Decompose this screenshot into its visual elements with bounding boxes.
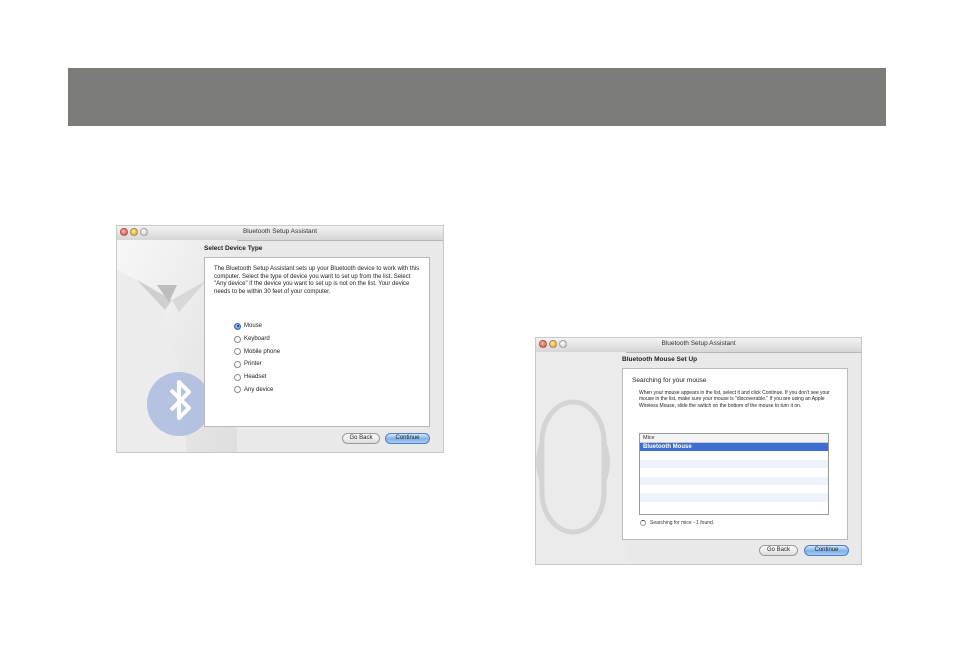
list-item-empty [640, 476, 828, 485]
option-label: Any device [244, 386, 274, 393]
list-item-empty [640, 493, 828, 502]
device-type-radio-group: Mouse Keyboard Mobile phone Printer Head… [234, 320, 280, 396]
bluetooth-icon [147, 372, 211, 436]
list-item-empty [640, 485, 828, 493]
page-heading: Select Device Type [204, 245, 263, 252]
option-label: Mobile phone [244, 348, 281, 355]
mice-list[interactable]: Mice Bluetooth Mouse [639, 433, 829, 515]
radio-icon[interactable] [234, 360, 241, 368]
header-band [68, 68, 886, 126]
radio-option-mouse[interactable]: Mouse [234, 320, 280, 333]
list-item-empty [640, 468, 828, 476]
radio-icon[interactable] [234, 348, 241, 356]
radio-option-printer[interactable]: Printer [234, 358, 280, 371]
option-label: Printer [244, 361, 262, 368]
page-heading: Bluetooth Mouse Set Up [622, 356, 698, 363]
radio-icon[interactable] [234, 373, 241, 381]
setup-window-device-type: Bluetooth Setup Assistant Select Device … [117, 226, 443, 452]
window-title: Bluetooth Setup Assistant [661, 340, 736, 347]
radio-option-headset[interactable]: Headset [234, 371, 280, 384]
searching-heading: Searching for your mouse [632, 377, 707, 384]
setup-window-mouse: Bluetooth Setup Assistant Bluetooth Mous… [536, 338, 861, 564]
radio-icon[interactable] [234, 335, 241, 343]
list-item[interactable]: Bluetooth Mouse [640, 443, 828, 452]
go-back-button[interactable]: Go Back [759, 545, 798, 556]
go-back-button[interactable]: Go Back [342, 433, 380, 444]
continue-button[interactable]: Continue [804, 545, 849, 556]
list-header: Mice [640, 434, 828, 443]
list-item-empty [640, 459, 828, 469]
title-bar[interactable]: Bluetooth Setup Assistant [536, 338, 861, 353]
instructions-text: The Bluetooth Setup Assistant sets up yo… [214, 266, 420, 295]
title-bar[interactable]: Bluetooth Setup Assistant [117, 226, 443, 241]
radio-option-keyboard[interactable]: Keyboard [234, 333, 280, 346]
option-label: Mouse [244, 323, 263, 330]
status-text: Searching for mice - 1 found. [650, 520, 715, 526]
radio-selected-icon[interactable] [234, 322, 241, 330]
option-label: Headset [244, 374, 267, 381]
radio-icon[interactable] [234, 386, 241, 394]
search-status: Searching for mice - 1 found. [640, 520, 714, 526]
spinner-icon [640, 520, 646, 526]
content-panel: Searching for your mouse When your mouse… [622, 368, 848, 540]
window-title: Bluetooth Setup Assistant [242, 228, 318, 235]
radio-option-mobile-phone[interactable]: Mobile phone [234, 345, 280, 358]
option-label: Keyboard [244, 336, 270, 343]
mouse-illustration [536, 352, 626, 564]
instructions-text: When your mouse appears in the list, sel… [639, 390, 830, 409]
list-item-empty [640, 451, 828, 459]
radio-option-any-device[interactable]: Any device [234, 383, 280, 396]
list-item-empty [640, 502, 828, 510]
continue-button[interactable]: Continue [385, 433, 430, 444]
content-panel: The Bluetooth Setup Assistant sets up yo… [204, 257, 430, 427]
